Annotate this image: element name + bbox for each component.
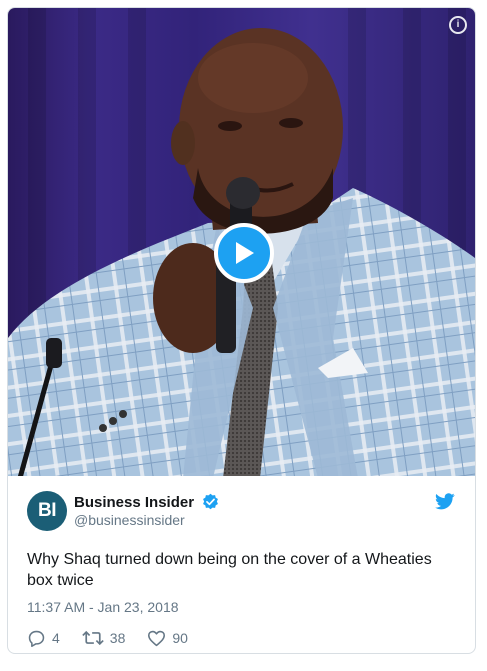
heart-icon bbox=[148, 630, 166, 646]
reply-icon bbox=[28, 630, 45, 647]
like-button[interactable]: 90 bbox=[147, 630, 188, 647]
reply-button[interactable]: 4 bbox=[27, 630, 60, 647]
play-video-button[interactable] bbox=[214, 223, 274, 283]
twitter-bird-icon[interactable] bbox=[435, 493, 455, 510]
tweet-card[interactable]: i BI Business Insider @businessinsider W… bbox=[7, 7, 476, 654]
author-name-row[interactable]: Business Insider bbox=[74, 493, 219, 511]
tweet-timestamp[interactable]: 11:37 AM - Jan 23, 2018 bbox=[27, 599, 179, 615]
avatar[interactable]: BI bbox=[27, 491, 67, 531]
like-count: 90 bbox=[172, 630, 188, 646]
play-icon bbox=[236, 242, 254, 264]
tweet-actions: 4 38 90 bbox=[27, 626, 210, 650]
author-name[interactable]: Business Insider bbox=[74, 494, 194, 511]
verified-badge-icon bbox=[203, 493, 219, 510]
tweet-media[interactable]: i bbox=[8, 8, 475, 476]
retweet-icon bbox=[82, 630, 104, 646]
retweet-button[interactable]: 38 bbox=[82, 630, 126, 646]
retweet-count: 38 bbox=[109, 630, 126, 646]
reply-count: 4 bbox=[52, 630, 60, 646]
tweet-text: Why Shaq turned down being on the cover … bbox=[27, 551, 432, 589]
info-icon[interactable]: i bbox=[449, 16, 467, 34]
author-handle[interactable]: @businessinsider bbox=[74, 512, 185, 528]
avatar-initials: BI bbox=[38, 500, 57, 521]
tweet-author[interactable]: BI Business Insider @businessinsider bbox=[27, 491, 457, 535]
